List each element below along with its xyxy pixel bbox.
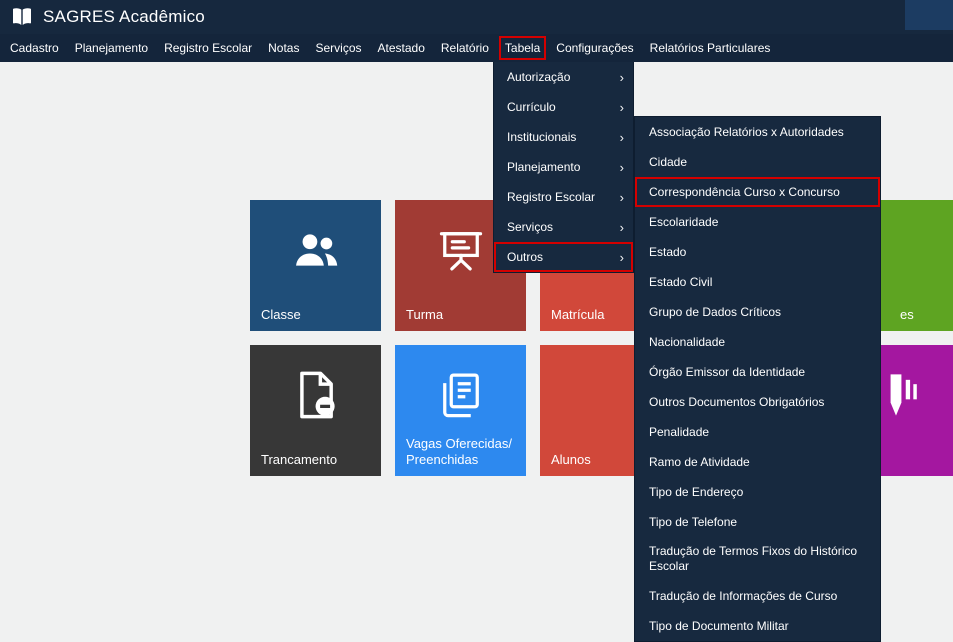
people-icon <box>290 224 342 276</box>
menu-item-label: Autorização <box>507 70 570 84</box>
submenu-traducao-de-informacoes-de-curso[interactable]: Tradução de Informações de Curso <box>635 581 880 611</box>
submenu-correspondencia-curso-x-concurso[interactable]: Correspondência Curso x Concurso <box>635 177 880 207</box>
menu-registro-escolar[interactable]: Registro Escolar <box>156 34 260 62</box>
tile-label: Turma <box>406 307 443 323</box>
chevron-right-icon: › <box>620 191 624 204</box>
tile-trancamento[interactable]: Trancamento <box>250 345 381 476</box>
tabela-menu-curriculo[interactable]: Currículo › <box>494 92 633 122</box>
menu-item-label: Associação Relatórios x Autoridades <box>649 125 844 140</box>
menu-item-label: Ramo de Atividade <box>649 455 750 470</box>
chevron-right-icon: › <box>620 131 624 144</box>
menu-planejamento[interactable]: Planejamento <box>67 34 156 62</box>
document-minus-icon <box>290 369 342 421</box>
submenu-estado[interactable]: Estado <box>635 237 880 267</box>
menu-item-label: Correspondência Curso x Concurso <box>649 185 840 200</box>
menu-item-label: Tradução de Informações de Curso <box>649 589 837 604</box>
presentation-icon <box>435 224 487 276</box>
submenu-penalidade[interactable]: Penalidade <box>635 417 880 447</box>
submenu-tipo-de-telefone[interactable]: Tipo de Telefone <box>635 507 880 537</box>
outros-submenu: Associação Relatórios x Autoridades Cidad… <box>634 116 881 642</box>
menu-item-label: Registro Escolar <box>507 190 595 204</box>
menu-item-label: Grupo de Dados Críticos <box>649 305 781 320</box>
app-title: SAGRES Acadêmico <box>43 7 205 27</box>
submenu-orgao-emissor-da-identidade[interactable]: Órgão Emissor da Identidade <box>635 357 880 387</box>
menu-item-label: Penalidade <box>649 425 709 440</box>
submenu-tipo-de-documento-militar[interactable]: Tipo de Documento Militar <box>635 611 880 641</box>
titlebar: SAGRES Acadêmico <box>0 0 953 34</box>
tabela-dropdown-menu: Autorização›Currículo›Institucionais›Pla… <box>493 62 634 273</box>
tabela-menu-registro-escolar[interactable]: Registro Escolar › <box>494 182 633 212</box>
submenu-estado-civil[interactable]: Estado Civil <box>635 267 880 297</box>
chevron-right-icon: › <box>620 221 624 234</box>
menu-item-label: Currículo <box>507 100 556 114</box>
menu-configuracoes[interactable]: Configurações <box>548 34 641 62</box>
tile-vagas[interactable]: Vagas Oferecidas/ Preenchidas <box>395 345 526 476</box>
submenu-tipo-de-endereco[interactable]: Tipo de Endereço <box>635 477 880 507</box>
menu-servicos[interactable]: Serviços <box>307 34 369 62</box>
tabela-menu-servicos[interactable]: Serviços › <box>494 212 633 242</box>
tile-label: Matrícula <box>551 307 604 323</box>
tile-label: Classe <box>261 307 301 323</box>
menu-item-label: Serviços <box>507 220 553 234</box>
menu-item-label: Órgão Emissor da Identidade <box>649 365 805 380</box>
documents-icon <box>435 369 487 421</box>
book-icon <box>10 5 34 29</box>
menu-item-label: Escolaridade <box>649 215 718 230</box>
tabela-menu-planejamento[interactable]: Planejamento › <box>494 152 633 182</box>
tile-label: Alunos <box>551 452 591 468</box>
menu-item-label: Outros <box>507 250 543 264</box>
submenu-associacao-relatorios-x-autoridades[interactable]: Associação Relatórios x Autoridades <box>635 117 880 147</box>
submenu-ramo-de-atividade[interactable]: Ramo de Atividade <box>635 447 880 477</box>
tabela-menu-autorizacao[interactable]: Autorização › <box>494 62 633 92</box>
menu-item-label: Estado <box>649 245 686 260</box>
header-corner-button[interactable] <box>905 0 953 30</box>
submenu-nacionalidade[interactable]: Nacionalidade <box>635 327 880 357</box>
menu-item-label: Nacionalidade <box>649 335 725 350</box>
tile-label: Vagas Oferecidas/ Preenchidas <box>406 436 512 468</box>
menu-notas[interactable]: Notas <box>260 34 307 62</box>
menu-relatorios-particulares[interactable]: Relatórios Particulares <box>642 34 779 62</box>
menu-item-label: Cidade <box>649 155 687 170</box>
menu-relatorio[interactable]: Relatório <box>433 34 497 62</box>
submenu-cidade[interactable]: Cidade <box>635 147 880 177</box>
tabela-menu-institucionais[interactable]: Institucionais › <box>494 122 633 152</box>
chevron-right-icon: › <box>620 101 624 114</box>
menu-item-label: Institucionais <box>507 130 576 144</box>
menu-item-label: Tipo de Documento Militar <box>649 619 789 634</box>
tabela-menu-outros[interactable]: Outros › <box>494 242 633 272</box>
menu-item-label: Tipo de Telefone <box>649 515 737 530</box>
submenu-escolaridade[interactable]: Escolaridade <box>635 207 880 237</box>
menu-item-label: Outros Documentos Obrigatórios <box>649 395 824 410</box>
chevron-right-icon: › <box>620 71 624 84</box>
menu-item-label: Estado Civil <box>649 275 712 290</box>
chevron-right-icon: › <box>620 161 624 174</box>
tile-label: Trancamento <box>261 452 337 468</box>
tile-label: es <box>900 307 914 323</box>
menu-item-label: Tradução de Termos Fixos do Histórico Es… <box>649 544 866 574</box>
menu-atestado[interactable]: Atestado <box>370 34 433 62</box>
submenu-grupo-de-dados-criticos[interactable]: Grupo de Dados Críticos <box>635 297 880 327</box>
menu-item-label: Planejamento <box>507 160 580 174</box>
menubar: CadastroPlanejamentoRegistro EscolarNota… <box>0 34 953 62</box>
menu-tabela[interactable]: Tabela <box>497 34 548 62</box>
chevron-right-icon: › <box>620 251 624 264</box>
menu-item-label: Tipo de Endereço <box>649 485 743 500</box>
submenu-traducao-de-termos-fixos-do-historico-escolar[interactable]: Tradução de Termos Fixos do Histórico Es… <box>635 537 880 581</box>
submenu-outros-documentos-obrigatorios[interactable]: Outros Documentos Obrigatórios <box>635 387 880 417</box>
tile-classe[interactable]: Classe <box>250 200 381 331</box>
menu-cadastro[interactable]: Cadastro <box>2 34 67 62</box>
